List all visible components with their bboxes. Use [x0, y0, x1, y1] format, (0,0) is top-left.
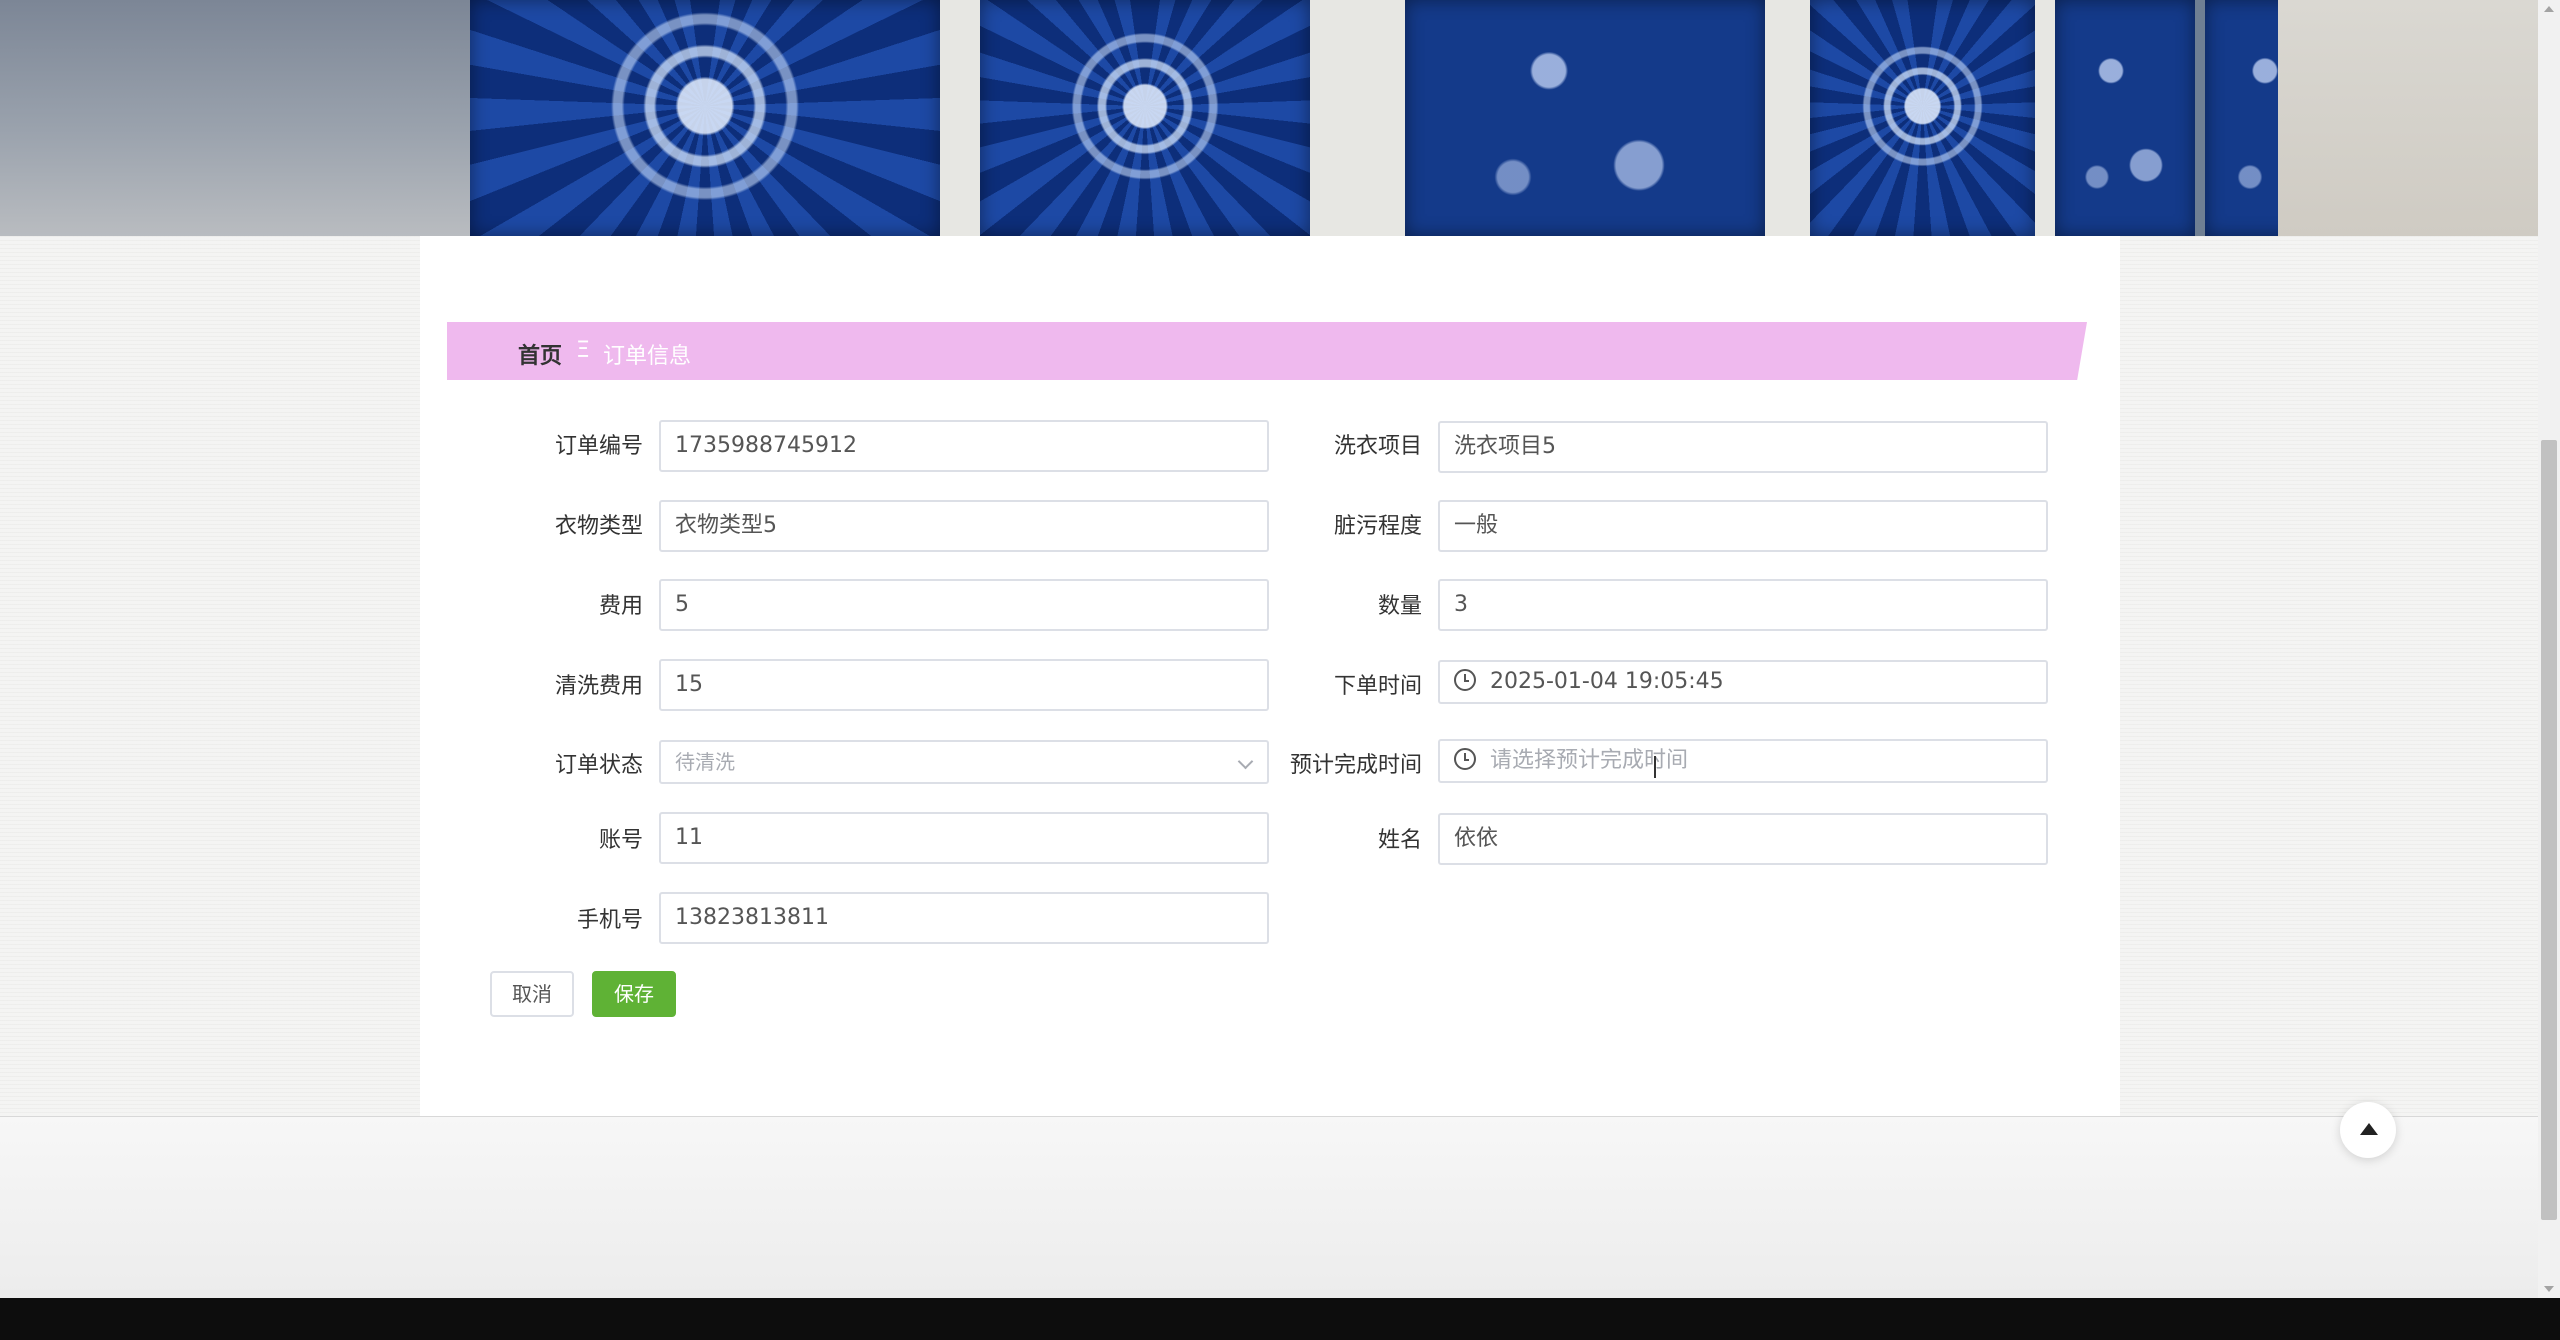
banner-cloth	[2055, 0, 2195, 236]
breadcrumb-home[interactable]: 首页	[518, 338, 562, 370]
banner-gap	[1310, 0, 1405, 236]
order-status-label: 订单状态	[554, 753, 643, 778]
background-texture	[0, 236, 420, 1116]
wash-item-input[interactable]: 洗衣项目5	[1438, 421, 2048, 473]
taskbar	[0, 1298, 2560, 1340]
name-input[interactable]: 依依	[1438, 813, 2048, 865]
order-no-label: 订单编号	[554, 434, 643, 459]
wash-fee-value: 15	[675, 672, 703, 697]
order-status-select[interactable]: 待清洗	[659, 740, 1269, 784]
wash-item-value: 洗衣项目5	[1454, 434, 1556, 459]
breadcrumb-current: 订单信息	[603, 344, 692, 369]
order-time-picker[interactable]: 2025-01-04 19:05:45	[1438, 660, 2048, 704]
page-viewport: 首页 Ξ 订单信息 订单编号 1735988745912 洗衣项目 洗衣项目5 …	[0, 0, 2538, 1298]
expected-finish-picker[interactable]: 请选择预计完成时间	[1438, 739, 2048, 783]
save-button[interactable]: 保存	[592, 971, 676, 1017]
account-value: 11	[675, 825, 703, 850]
banner-cloth	[980, 0, 1310, 236]
clothes-type-input[interactable]: 衣物类型5	[659, 500, 1269, 552]
phone-input[interactable]: 13823813811	[659, 892, 1269, 944]
fee-input[interactable]: 5	[659, 579, 1269, 631]
scrollbar-thumb[interactable]	[2541, 440, 2557, 1220]
fee-label: 费用	[598, 594, 643, 619]
phone-value: 13823813811	[675, 905, 829, 930]
background-texture	[2120, 236, 2538, 1116]
banner-cloth	[1810, 0, 2035, 236]
expected-finish-label: 预计完成时间	[1289, 753, 1422, 778]
dirty-level-value: 一般	[1454, 513, 1499, 538]
wash-fee-input[interactable]: 15	[659, 659, 1269, 711]
clock-icon	[1454, 669, 1476, 691]
cancel-button[interactable]: 取消	[490, 971, 574, 1017]
banner-gap	[940, 0, 980, 236]
order-no-value: 1735988745912	[675, 433, 857, 458]
scroll-down-icon[interactable]	[2544, 1286, 2554, 1292]
quantity-value: 3	[1454, 592, 1468, 617]
name-label: 姓名	[1377, 828, 1422, 853]
quantity-label: 数量	[1377, 594, 1422, 619]
account-input[interactable]: 11	[659, 812, 1269, 864]
breadcrumb	[447, 322, 2087, 380]
order-time-label: 下单时间	[1333, 674, 1422, 699]
banner-cloth	[470, 0, 940, 236]
banner-gap	[2035, 0, 2055, 236]
back-to-top-button[interactable]	[2340, 1102, 2396, 1158]
banner-wall	[2278, 0, 2538, 236]
clothes-type-value: 衣物类型5	[675, 513, 777, 538]
page-footer	[0, 1116, 2538, 1298]
chevron-down-icon	[1237, 753, 1254, 770]
clothes-type-label: 衣物类型	[554, 514, 643, 539]
wash-fee-label: 清洗费用	[554, 674, 643, 699]
quantity-input[interactable]: 3	[1438, 579, 2048, 631]
breadcrumb-separator: Ξ	[576, 338, 590, 363]
scroll-up-icon[interactable]	[2544, 6, 2554, 12]
order-no-input[interactable]: 1735988745912	[659, 420, 1269, 472]
dirty-level-label: 脏污程度	[1333, 514, 1422, 539]
account-label: 账号	[598, 828, 643, 853]
order-status-value: 待清洗	[675, 750, 735, 774]
phone-label: 手机号	[576, 908, 643, 933]
banner-gap	[1765, 0, 1810, 236]
wash-item-label: 洗衣项目	[1333, 434, 1422, 459]
dirty-level-input[interactable]: 一般	[1438, 500, 2048, 552]
page-scrollbar[interactable]	[2538, 0, 2560, 1298]
text-cursor	[1654, 756, 1656, 778]
expected-finish-placeholder: 请选择预计完成时间	[1490, 748, 1689, 773]
banner-ground	[0, 0, 480, 236]
name-value: 依依	[1454, 826, 1499, 851]
clock-icon	[1454, 748, 1476, 770]
fee-value: 5	[675, 592, 689, 617]
banner-cloth	[1405, 0, 1765, 236]
banner-image	[0, 0, 2538, 236]
order-time-value: 2025-01-04 19:05:45	[1490, 669, 1724, 694]
